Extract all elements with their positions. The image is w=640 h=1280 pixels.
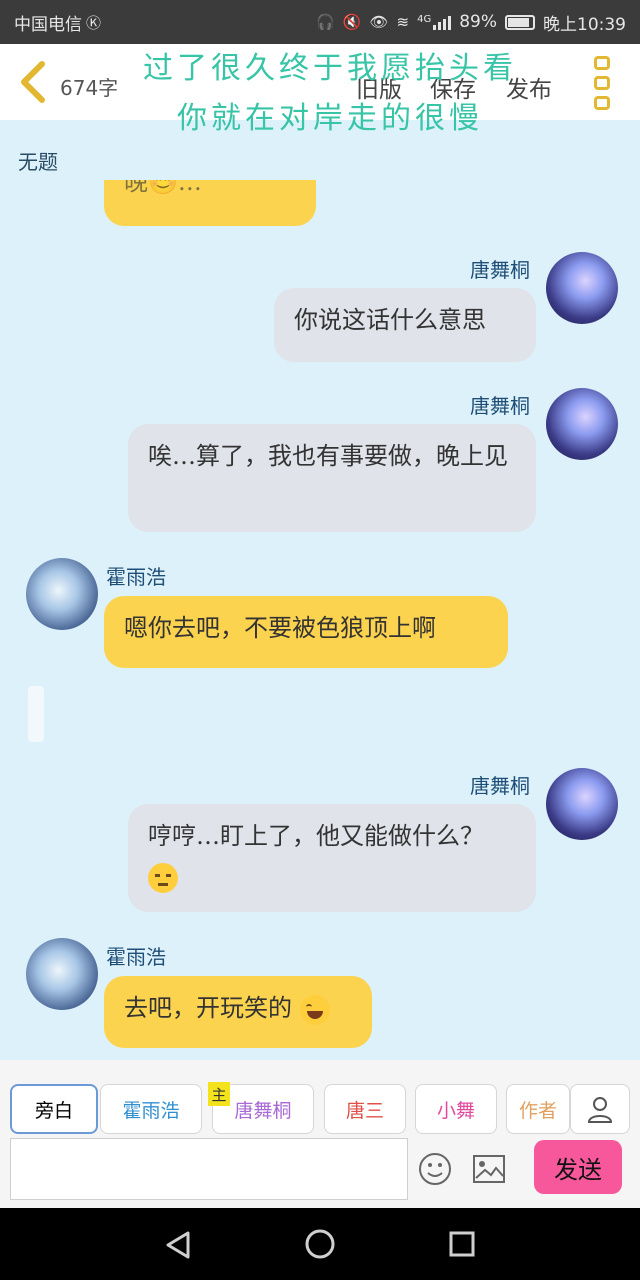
chat-title: 无题: [18, 150, 58, 174]
sender-name: 霍雨浩: [106, 565, 166, 589]
network-type: 4G: [417, 14, 432, 25]
add-role-button[interactable]: [570, 1084, 630, 1134]
laughing-emoji-icon: [299, 994, 330, 1025]
role-huo-yuhao[interactable]: 霍雨浩: [100, 1084, 202, 1134]
battery-percent: 89%: [459, 12, 497, 32]
role-label: 霍雨浩: [122, 1099, 180, 1122]
signal-icon: 4G: [417, 14, 452, 30]
publish-link[interactable]: 发布: [506, 70, 552, 104]
nav-back-icon[interactable]: [164, 1230, 192, 1260]
battery-icon: [505, 14, 535, 30]
message-text: 嗯你去吧，不要被色狼顶上啊: [124, 614, 436, 642]
scroll-indicator[interactable]: [28, 686, 44, 742]
message-bubble[interactable]: 你说这话什么意思: [274, 288, 536, 362]
role-label: 旁白: [34, 1099, 73, 1122]
role-tang-san[interactable]: 唐三: [324, 1084, 406, 1134]
wifi-icon: ≋: [396, 13, 410, 31]
emoji-picker-icon[interactable]: [418, 1152, 452, 1186]
message-text: 唉…算了，我也有事要做，晚上见: [148, 442, 508, 470]
role-label: 唐三: [345, 1099, 384, 1122]
message-bubble[interactable]: 哼哼…盯上了，他又能做什么？: [128, 804, 536, 912]
role-label: 小舞: [436, 1099, 475, 1122]
avatar-tang-wutong[interactable]: [546, 252, 618, 324]
top-bar: 674字 旧版 保存 发布: [0, 44, 640, 120]
message-text: 晚😊…: [124, 180, 202, 196]
old-version-link[interactable]: 旧版: [356, 70, 402, 104]
message-bubble[interactable]: 嗯你去吧，不要被色狼顶上啊: [104, 596, 508, 668]
headphones-icon: 🎧: [316, 13, 335, 31]
back-arrow-icon[interactable]: [14, 58, 54, 106]
avatar-huo-yuhao[interactable]: [26, 938, 98, 1010]
message-bubble[interactable]: 唉…算了，我也有事要做，晚上见: [128, 424, 536, 532]
avatar-tang-wutong[interactable]: [546, 388, 618, 460]
message-text: 你说这话什么意思: [294, 306, 486, 334]
role-label: 唐舞桐: [234, 1099, 292, 1122]
role-narrator[interactable]: 旁白: [10, 1084, 98, 1134]
mute-icon: 🔇: [342, 13, 362, 31]
sender-name: 唐舞桐: [470, 394, 530, 418]
image-picker-icon[interactable]: [472, 1154, 506, 1184]
sender-name: 霍雨浩: [106, 945, 166, 969]
user-icon: [587, 1097, 613, 1123]
save-link[interactable]: 保存: [430, 70, 476, 104]
nav-recents-icon[interactable]: [448, 1230, 476, 1258]
composer: 旁白 霍雨浩 唐舞桐 主 唐三 小舞 作者 发送: [0, 1060, 640, 1208]
main-role-badge: 主: [208, 1082, 230, 1106]
role-xiao-wu[interactable]: 小舞: [415, 1084, 497, 1134]
sender-name: 唐舞桐: [470, 258, 530, 282]
carrier-name: 中国电信: [14, 14, 82, 35]
message-text: 哼哼…盯上了，他又能做什么？: [148, 822, 484, 850]
more-menu-icon[interactable]: [594, 56, 614, 110]
system-nav-bar: [0, 1208, 640, 1280]
hd-icon: Ⓚ: [86, 13, 102, 32]
eye-icon: 👁: [369, 13, 389, 31]
nav-home-icon[interactable]: [304, 1228, 336, 1260]
sender-name: 唐舞桐: [470, 774, 530, 798]
message-bubble[interactable]: 去吧，开玩笑的: [104, 976, 372, 1048]
avatar-huo-yuhao[interactable]: [26, 558, 98, 630]
message-input[interactable]: [10, 1138, 408, 1200]
message-bubble[interactable]: 晚😊…: [104, 180, 316, 226]
avatar-tang-wutong[interactable]: [546, 768, 618, 840]
unamused-emoji-icon: [148, 862, 178, 893]
send-button[interactable]: 发送: [534, 1140, 622, 1194]
status-bar: 中国电信 Ⓚ 🎧 🔇 👁 ≋ 4G 89% 晚上10:39: [0, 0, 640, 44]
clock: 晚上10:39: [543, 14, 626, 35]
role-label: 作者: [518, 1099, 557, 1122]
role-author[interactable]: 作者: [506, 1084, 570, 1134]
message-text: 去吧，开玩笑的: [124, 994, 292, 1022]
word-count: 674字: [60, 76, 119, 100]
